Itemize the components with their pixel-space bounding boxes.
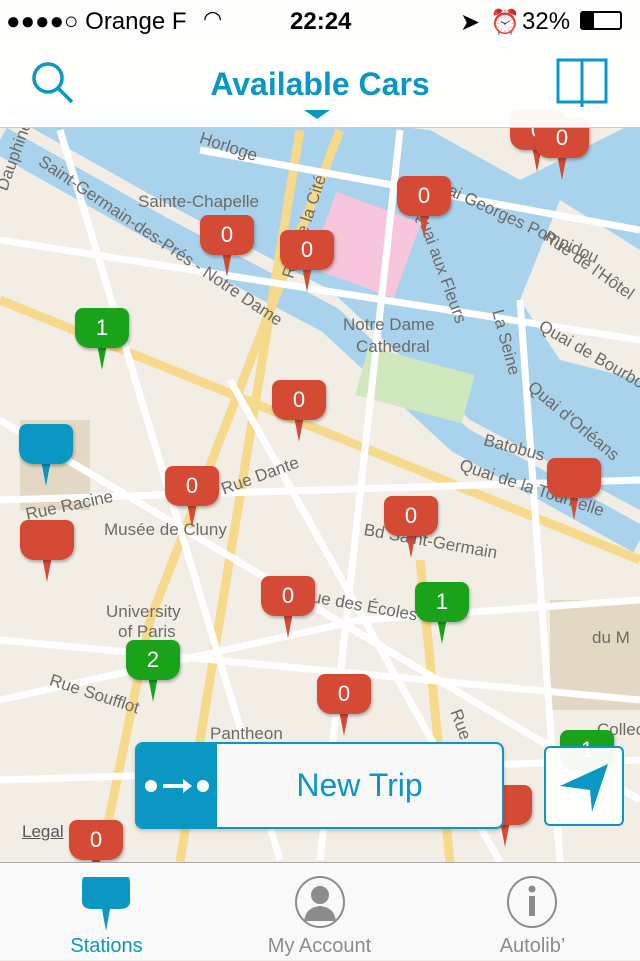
station-pin-red[interactable]: 0 xyxy=(397,176,451,238)
dropdown-caret-icon[interactable] xyxy=(304,110,330,119)
tab-label: Stations xyxy=(70,935,143,957)
station-pin-red[interactable] xyxy=(20,520,74,582)
tab-stations[interactable]: Stations xyxy=(0,863,213,961)
status-bar: ●●●●○ Orange F ◠ 22:24 ➤ ⏰ 32% xyxy=(0,0,640,40)
nav-bar: Available Cars xyxy=(0,40,640,128)
map-view[interactable]: Horloge Saint-Germain-des-Prés - Notre Da… xyxy=(0,0,640,862)
station-pin-red[interactable]: 0 xyxy=(280,230,334,292)
pin-count: 0 xyxy=(165,466,219,506)
carrier: ●●●●○ Orange F xyxy=(6,8,187,35)
pin-count: 1 xyxy=(415,582,469,622)
station-pin-red[interactable]: 0 xyxy=(384,496,438,558)
tab-label: Autolib’ xyxy=(499,935,566,957)
station-pin-green[interactable]: 2 xyxy=(126,640,180,702)
tab-my-account[interactable]: My Account xyxy=(213,863,426,961)
pin-count xyxy=(19,424,73,464)
new-trip-button[interactable]: New Trip xyxy=(135,742,504,829)
map-label: du M xyxy=(592,628,630,647)
map-label: Sainte-Chapelle xyxy=(138,192,259,211)
map-label: Pantheon xyxy=(210,724,283,743)
battery-icon xyxy=(580,11,622,30)
clock: 22:24 xyxy=(290,8,352,35)
pin-count: 2 xyxy=(126,640,180,680)
map-label: University xyxy=(106,602,181,621)
wifi-icon: ◠ xyxy=(203,6,223,31)
pin-count: 1 xyxy=(75,308,129,348)
station-pin-red[interactable]: 0 xyxy=(165,466,219,528)
station-pin-red[interactable]: 0 xyxy=(261,576,315,638)
pin-count: 0 xyxy=(384,496,438,536)
user-avatar-icon xyxy=(295,876,345,928)
pin-count: 0 xyxy=(200,215,254,255)
pin-count: 0 xyxy=(317,674,371,714)
page-title[interactable]: Available Cars xyxy=(0,66,640,103)
pin-count: 0 xyxy=(280,230,334,270)
info-icon xyxy=(507,876,557,928)
station-pin-red[interactable] xyxy=(547,458,601,520)
pin-count: 0 xyxy=(272,380,326,420)
map-label: of Paris xyxy=(118,622,176,641)
book-icon[interactable] xyxy=(556,58,608,108)
tab-label: My Account xyxy=(267,935,372,957)
pin-count: 0 xyxy=(261,576,315,616)
station-pin-red[interactable]: 0 xyxy=(69,820,123,862)
station-pin-green[interactable]: 1 xyxy=(75,308,129,370)
location-arrow-icon xyxy=(560,764,608,812)
station-pin-red[interactable]: 0 xyxy=(200,215,254,277)
new-trip-label: New Trip xyxy=(296,767,423,803)
tab-bar: Stations My Account Autolib’ xyxy=(0,862,640,960)
pin-count: 0 xyxy=(397,176,451,216)
station-pin-blue[interactable] xyxy=(19,424,73,486)
legal-link[interactable]: Legal xyxy=(22,822,64,842)
map-label: Cathedral xyxy=(356,337,430,356)
alarm-icon: ⏰ xyxy=(490,9,520,36)
tab-autolib[interactable]: Autolib’ xyxy=(426,863,639,961)
station-pin-red[interactable]: 0 xyxy=(272,380,326,442)
pin-count xyxy=(20,520,74,560)
trip-route-icon xyxy=(137,744,217,827)
map-label: Notre Dame xyxy=(343,315,435,334)
pin-count xyxy=(547,458,601,498)
locate-me-button[interactable] xyxy=(544,746,624,826)
station-pin-red[interactable]: 0 xyxy=(317,674,371,736)
station-pin-icon xyxy=(82,877,130,931)
location-arrow-icon: ➤ xyxy=(460,9,481,36)
battery-percent: 32% xyxy=(522,8,571,35)
pin-count: 0 xyxy=(69,820,123,860)
station-pin-green[interactable]: 1 xyxy=(415,582,469,644)
